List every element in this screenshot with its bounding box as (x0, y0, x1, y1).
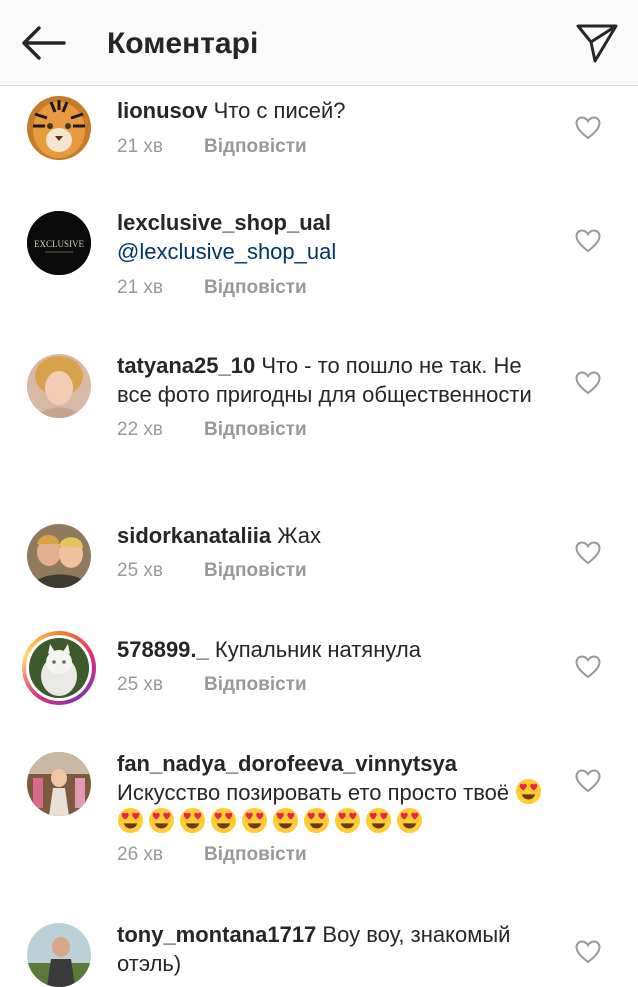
comment-time: 25 хв (117, 560, 164, 581)
comment-username[interactable]: tony_montana1717 (117, 922, 316, 947)
comment-text: Искусство позировать ето просто твоё (117, 780, 510, 805)
heart-icon[interactable] (575, 116, 601, 140)
back-button[interactable] (18, 20, 68, 66)
heart-icon[interactable] (575, 229, 601, 253)
paper-plane-icon (576, 24, 618, 63)
comment-time: 25 хв (117, 674, 164, 695)
heart-eyes-emoji (516, 778, 542, 805)
heart-eyes-emoji (365, 807, 392, 834)
comment-username[interactable]: 578899._ (117, 637, 209, 662)
heart-eyes-emoji (241, 807, 268, 834)
heart-eyes-emoji (303, 807, 330, 834)
reply-button[interactable]: Відповісти (204, 419, 307, 440)
reply-button[interactable]: Відповісти (204, 136, 307, 157)
heart-icon[interactable] (575, 541, 601, 565)
avatar[interactable] (27, 354, 91, 418)
heart-eyes-emoji (148, 807, 175, 834)
reply-button[interactable]: Відповісти (204, 277, 307, 298)
heart-eyes-emoji (396, 807, 423, 834)
comment-text: Купальник натянула (214, 637, 421, 662)
comment-time: 22 хв (117, 419, 164, 440)
share-button[interactable] (574, 20, 620, 66)
heart-eyes-emoji (334, 807, 361, 834)
comment-text: Что с писей? (213, 98, 346, 123)
heart-icon[interactable] (575, 371, 601, 395)
reply-button[interactable]: Відповісти (204, 844, 307, 865)
comment-time: 26 хв (117, 844, 164, 865)
comment-username[interactable]: sidorkanataliia (117, 523, 271, 548)
reply-button[interactable]: Відповісти (204, 560, 307, 581)
top-bar: Коментарі (0, 0, 638, 86)
mention-link[interactable]: @lexclusive_shop_ual (117, 237, 557, 266)
comment-text: Жах (277, 523, 321, 548)
page-title: Коментарі (107, 27, 259, 60)
heart-eyes-emoji (210, 807, 237, 834)
arrow-left-icon (22, 26, 66, 60)
avatar-logo-text: EXCLUSIVE (34, 239, 84, 249)
avatar[interactable] (27, 923, 91, 987)
heart-eyes-emoji (117, 807, 144, 834)
heart-eyes-emoji (179, 807, 206, 834)
comment-username[interactable]: lionusov (117, 98, 207, 123)
avatar (29, 638, 89, 698)
heart-icon[interactable] (575, 769, 601, 793)
heart-icon[interactable] (575, 940, 601, 964)
comment-time: 21 хв (117, 136, 164, 157)
reply-button[interactable]: Відповісти (204, 674, 307, 695)
comment-username[interactable]: lexclusive_shop_ual (117, 210, 331, 235)
comment-username[interactable]: fan_nadya_dorofeeva_vinnytsya (117, 751, 457, 776)
avatar[interactable]: EXCLUSIVE (27, 211, 91, 275)
avatar[interactable] (27, 96, 91, 160)
heart-eyes-emoji (272, 807, 299, 834)
avatar[interactable] (27, 752, 91, 816)
comment-username[interactable]: tatyana25_10 (117, 353, 255, 378)
avatar[interactable] (27, 524, 91, 588)
comment-time: 21 хв (117, 277, 164, 298)
avatar-story-ring[interactable] (22, 631, 96, 705)
heart-icon[interactable] (575, 655, 601, 679)
